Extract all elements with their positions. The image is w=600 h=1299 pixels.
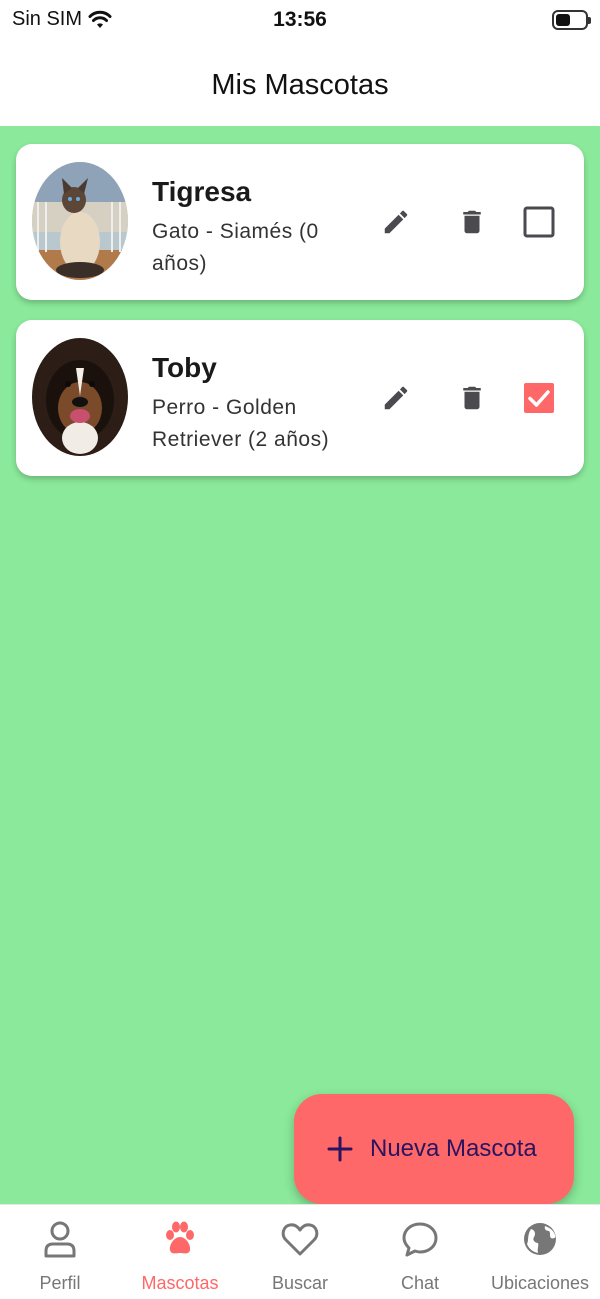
nav-label: Perfil — [39, 1273, 81, 1293]
pet-avatar — [32, 338, 128, 456]
plus-icon — [327, 1136, 353, 1162]
select-checkbox[interactable] — [519, 202, 559, 242]
status-time: 13:56 — [273, 8, 327, 31]
pet-description: Gato - Siamés (0 años) — [152, 220, 319, 275]
siamese-cat-photo — [32, 162, 128, 280]
pet-name: Toby — [152, 352, 217, 383]
pet-name: Tigresa — [152, 176, 252, 207]
edit-button[interactable] — [376, 378, 416, 418]
chat-bubble-icon — [402, 1222, 438, 1257]
person-icon — [44, 1221, 76, 1258]
app-header: Mis Mascotas — [0, 44, 600, 126]
pencil-icon — [384, 386, 408, 410]
new-pet-button[interactable]: Nueva Mascota — [294, 1094, 574, 1204]
delete-button[interactable] — [452, 202, 492, 242]
status-bar: Sin SIM 13:56 — [0, 0, 600, 44]
pet-avatar — [32, 162, 128, 280]
heart-icon — [281, 1223, 319, 1256]
nav-label: Buscar — [271, 1273, 329, 1293]
pet-description: Perro - Golden Retriever (2 años) — [152, 396, 330, 451]
globe-icon — [524, 1223, 556, 1255]
nav-item-mascotas[interactable]: Mascotas — [120, 1205, 240, 1299]
select-checkbox[interactable] — [519, 378, 559, 418]
pencil-icon — [384, 210, 408, 234]
dog-photo — [32, 338, 128, 456]
bottom-navigation: Perfil Mascotas Buscar Chat Ubicaciones — [0, 1204, 600, 1299]
nav-label: Chat — [400, 1273, 440, 1293]
paw-icon — [166, 1221, 194, 1254]
battery-icon — [552, 10, 591, 30]
new-pet-label: Nueva Mascota — [370, 1135, 537, 1162]
checkbox-unchecked-icon — [523, 206, 555, 238]
nav-label: Ubicaciones — [490, 1273, 590, 1293]
pet-card[interactable]: Toby Perro - Golden Retriever (2 años) — [16, 320, 584, 476]
nav-item-buscar[interactable]: Buscar — [240, 1205, 360, 1299]
nav-item-chat[interactable]: Chat — [360, 1205, 480, 1299]
nav-item-ubicaciones[interactable]: Ubicaciones — [480, 1205, 600, 1299]
edit-button[interactable] — [376, 202, 416, 242]
trash-icon — [463, 386, 481, 410]
delete-button[interactable] — [452, 378, 492, 418]
checkbox-checked-icon — [524, 383, 554, 413]
trash-icon — [463, 210, 481, 234]
pets-list-area: Tigresa Gato - Siamés (0 años) Toby Perr… — [0, 126, 600, 1204]
nav-label: Mascotas — [141, 1273, 219, 1293]
pet-card[interactable]: Tigresa Gato - Siamés (0 años) — [16, 144, 584, 300]
page-title: Mis Mascotas — [211, 68, 389, 101]
nav-item-perfil[interactable]: Perfil — [0, 1205, 120, 1299]
